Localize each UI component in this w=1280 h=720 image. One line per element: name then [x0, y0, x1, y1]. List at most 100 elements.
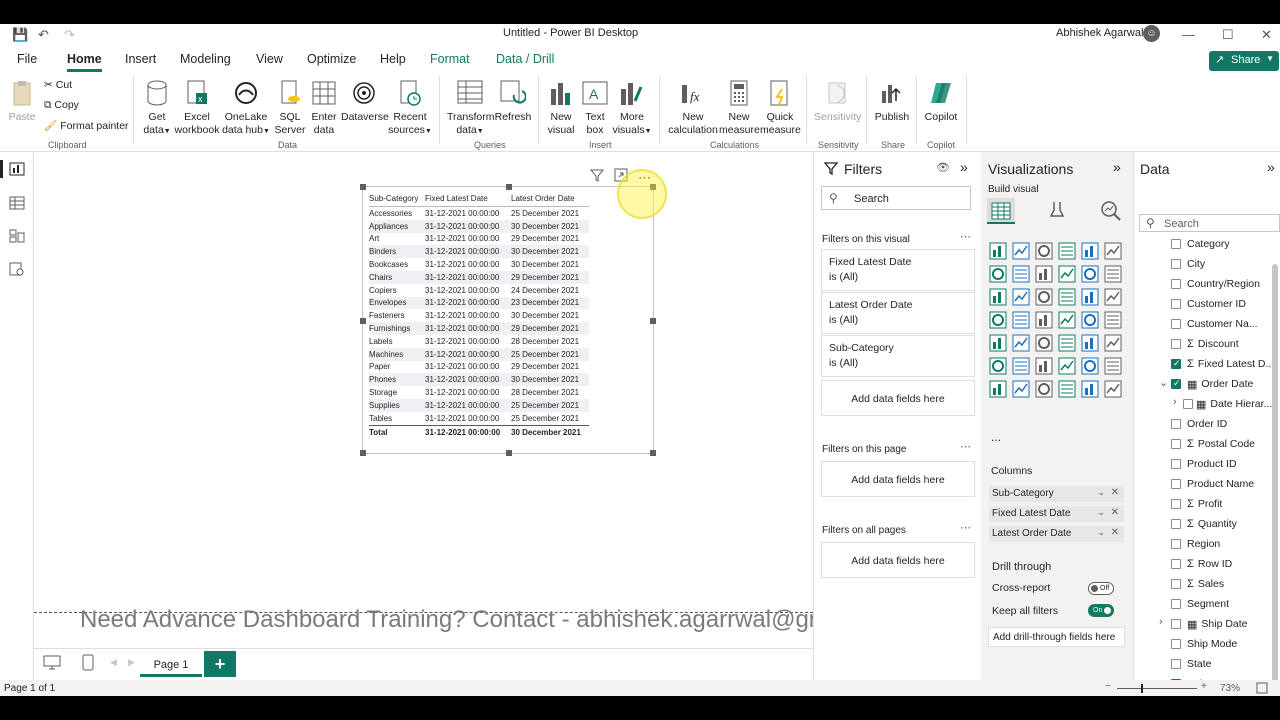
chevron-down-icon[interactable]: ⌄: [1097, 527, 1105, 538]
table-row[interactable]: Envelopes 31-12-2021 00:00:00 23 December …: [369, 296, 589, 310]
add-page-filter-drop-zone[interactable]: Add data fields here: [821, 461, 975, 497]
field-checkbox[interactable]: [1171, 239, 1181, 249]
field-checkbox[interactable]: [1171, 299, 1181, 309]
more-options-icon[interactable]: ⋯: [960, 440, 971, 453]
field-item[interactable]: Segment: [1187, 596, 1280, 612]
decomposition-tree-icon[interactable]: [1035, 357, 1053, 375]
table-view-icon[interactable]: [9, 196, 25, 210]
field-item[interactable]: Customer ID: [1187, 296, 1280, 312]
zoom-out-icon[interactable]: −: [1105, 681, 1111, 692]
treemap-icon[interactable]: [1104, 288, 1122, 306]
close-icon[interactable]: ✕: [1261, 27, 1272, 43]
column-well-item[interactable]: Fixed Latest Date ⌄ ✕: [989, 506, 1124, 522]
keep-filters-toggle[interactable]: On: [1088, 604, 1114, 617]
avatar[interactable]: ☺: [1143, 25, 1160, 42]
cross-report-toggle[interactable]: Off: [1088, 582, 1114, 595]
column-well-item[interactable]: Latest Order Date ⌄ ✕: [989, 526, 1124, 542]
report-view-icon[interactable]: [9, 162, 25, 176]
data-search-input[interactable]: ⚲ Search: [1139, 214, 1280, 232]
area-chart-icon[interactable]: [1012, 265, 1030, 283]
field-item[interactable]: Σ Quantity: [1187, 516, 1280, 532]
table-row[interactable]: Accessories 31-12-2021 00:00:00 25 Decembe…: [369, 207, 589, 220]
sensitivity-button[interactable]: Sensitivity: [814, 78, 861, 124]
share-button[interactable]: ↗ Share ▼: [1209, 51, 1279, 71]
more-options-icon[interactable]: ⋯: [960, 521, 971, 534]
more-visuals-ellipsis[interactable]: ...: [991, 430, 1001, 444]
tab-data-drill[interactable]: Data / Drill: [496, 52, 554, 66]
field-item[interactable]: ▦ Order Date: [1187, 376, 1280, 392]
table-row[interactable]: Appliances 31-12-2021 00:00:00 30 December…: [369, 219, 589, 233]
field-item[interactable]: Σ Sales: [1187, 576, 1280, 592]
field-item[interactable]: Product Name: [1187, 476, 1280, 492]
model-view-icon[interactable]: [9, 229, 25, 243]
r-visual-icon[interactable]: [1104, 334, 1122, 352]
field-checkbox[interactable]: [1171, 439, 1181, 449]
100-column-icon[interactable]: [1104, 242, 1122, 260]
100-bar-icon[interactable]: [1081, 242, 1099, 260]
add-visual-filter-drop-zone[interactable]: Add data fields here: [821, 380, 975, 416]
table-row[interactable]: Labels 31-12-2021 00:00:00 28 December 202…: [369, 335, 589, 348]
table-row[interactable]: Copiers 31-12-2021 00:00:00 24 December 20…: [369, 284, 589, 297]
eye-icon[interactable]: 👁: [936, 161, 950, 174]
filter-card[interactable]: Latest Order Date is (All): [821, 292, 975, 334]
pie-chart-icon[interactable]: [1058, 288, 1076, 306]
field-checkbox[interactable]: [1171, 279, 1181, 289]
table-row[interactable]: Chairs 31-12-2021 00:00:00 29 December 202…: [369, 270, 589, 284]
analytics-icon[interactable]: [1100, 200, 1122, 222]
add-page-button[interactable]: +: [204, 651, 236, 677]
chevron-down-icon[interactable]: ⌄: [1159, 376, 1168, 389]
table-icon[interactable]: [1058, 334, 1076, 352]
new-visual-button[interactable]: New visual: [546, 78, 576, 137]
resize-handle[interactable]: [360, 450, 366, 456]
resize-handle[interactable]: [506, 450, 512, 456]
field-checkbox[interactable]: [1171, 499, 1181, 509]
collapse-icon[interactable]: »: [960, 159, 968, 175]
remove-icon[interactable]: ✕: [1111, 487, 1119, 498]
copy-button[interactable]: ⧉ Copy: [44, 99, 79, 112]
resize-handle[interactable]: [506, 184, 512, 190]
sql-server-button[interactable]: SQL Server: [273, 78, 307, 137]
field-item[interactable]: City: [1187, 256, 1280, 272]
mobile-layout-icon[interactable]: [82, 654, 94, 672]
stacked-area-icon[interactable]: [1035, 265, 1053, 283]
power-apps-icon[interactable]: [1035, 380, 1053, 398]
field-checkbox[interactable]: [1171, 639, 1181, 649]
field-item[interactable]: Order ID: [1187, 416, 1280, 432]
copilot-button[interactable]: Copilot: [920, 78, 962, 124]
field-checkbox[interactable]: [1183, 399, 1193, 409]
filter-icon[interactable]: [590, 168, 604, 182]
resize-handle[interactable]: [360, 184, 366, 190]
onelake-button[interactable]: OneLake data hub▼: [221, 78, 271, 138]
get-data-button[interactable]: Get data▼: [140, 78, 174, 138]
chevrons-icon[interactable]: [1104, 380, 1122, 398]
field-checkbox[interactable]: [1171, 459, 1181, 469]
field-item[interactable]: Σ Postal Code: [1187, 436, 1280, 452]
tab-home[interactable]: Home: [67, 52, 102, 72]
collapse-icon[interactable]: »: [1113, 159, 1121, 175]
more-options-icon[interactable]: ⋯: [960, 230, 971, 243]
card-icon[interactable]: [1104, 311, 1122, 329]
key-influencers-icon[interactable]: [1012, 357, 1030, 375]
stacked-column-icon[interactable]: [1012, 242, 1030, 260]
tab-optimize[interactable]: Optimize: [307, 52, 356, 66]
matrix-icon[interactable]: [1081, 334, 1099, 352]
desktop-layout-icon[interactable]: [43, 655, 61, 671]
field-checkbox[interactable]: [1171, 259, 1181, 269]
remove-icon[interactable]: ✕: [1111, 507, 1119, 518]
excel-workbook-button[interactable]: x Excel workbook: [174, 78, 220, 137]
field-item[interactable]: Product ID: [1187, 456, 1280, 472]
tab-file[interactable]: File: [17, 52, 37, 66]
collapse-icon[interactable]: »: [1267, 159, 1275, 175]
arcgis-icon[interactable]: [1012, 380, 1030, 398]
table-row[interactable]: Bookcases 31-12-2021 00:00:00 30 December …: [369, 258, 589, 271]
narrative-icon[interactable]: [1081, 357, 1099, 375]
power-automate-icon[interactable]: [1058, 380, 1076, 398]
field-item[interactable]: Category: [1187, 236, 1280, 252]
page-tab[interactable]: Page 1: [140, 651, 202, 677]
field-checkbox[interactable]: [1171, 619, 1181, 629]
refresh-button[interactable]: Refresh: [494, 78, 532, 124]
prev-page-icon[interactable]: ◀: [110, 657, 117, 668]
publish-button[interactable]: Publish: [873, 78, 911, 124]
tab-format[interactable]: Format: [430, 52, 470, 66]
slicer-icon[interactable]: [1035, 334, 1053, 352]
